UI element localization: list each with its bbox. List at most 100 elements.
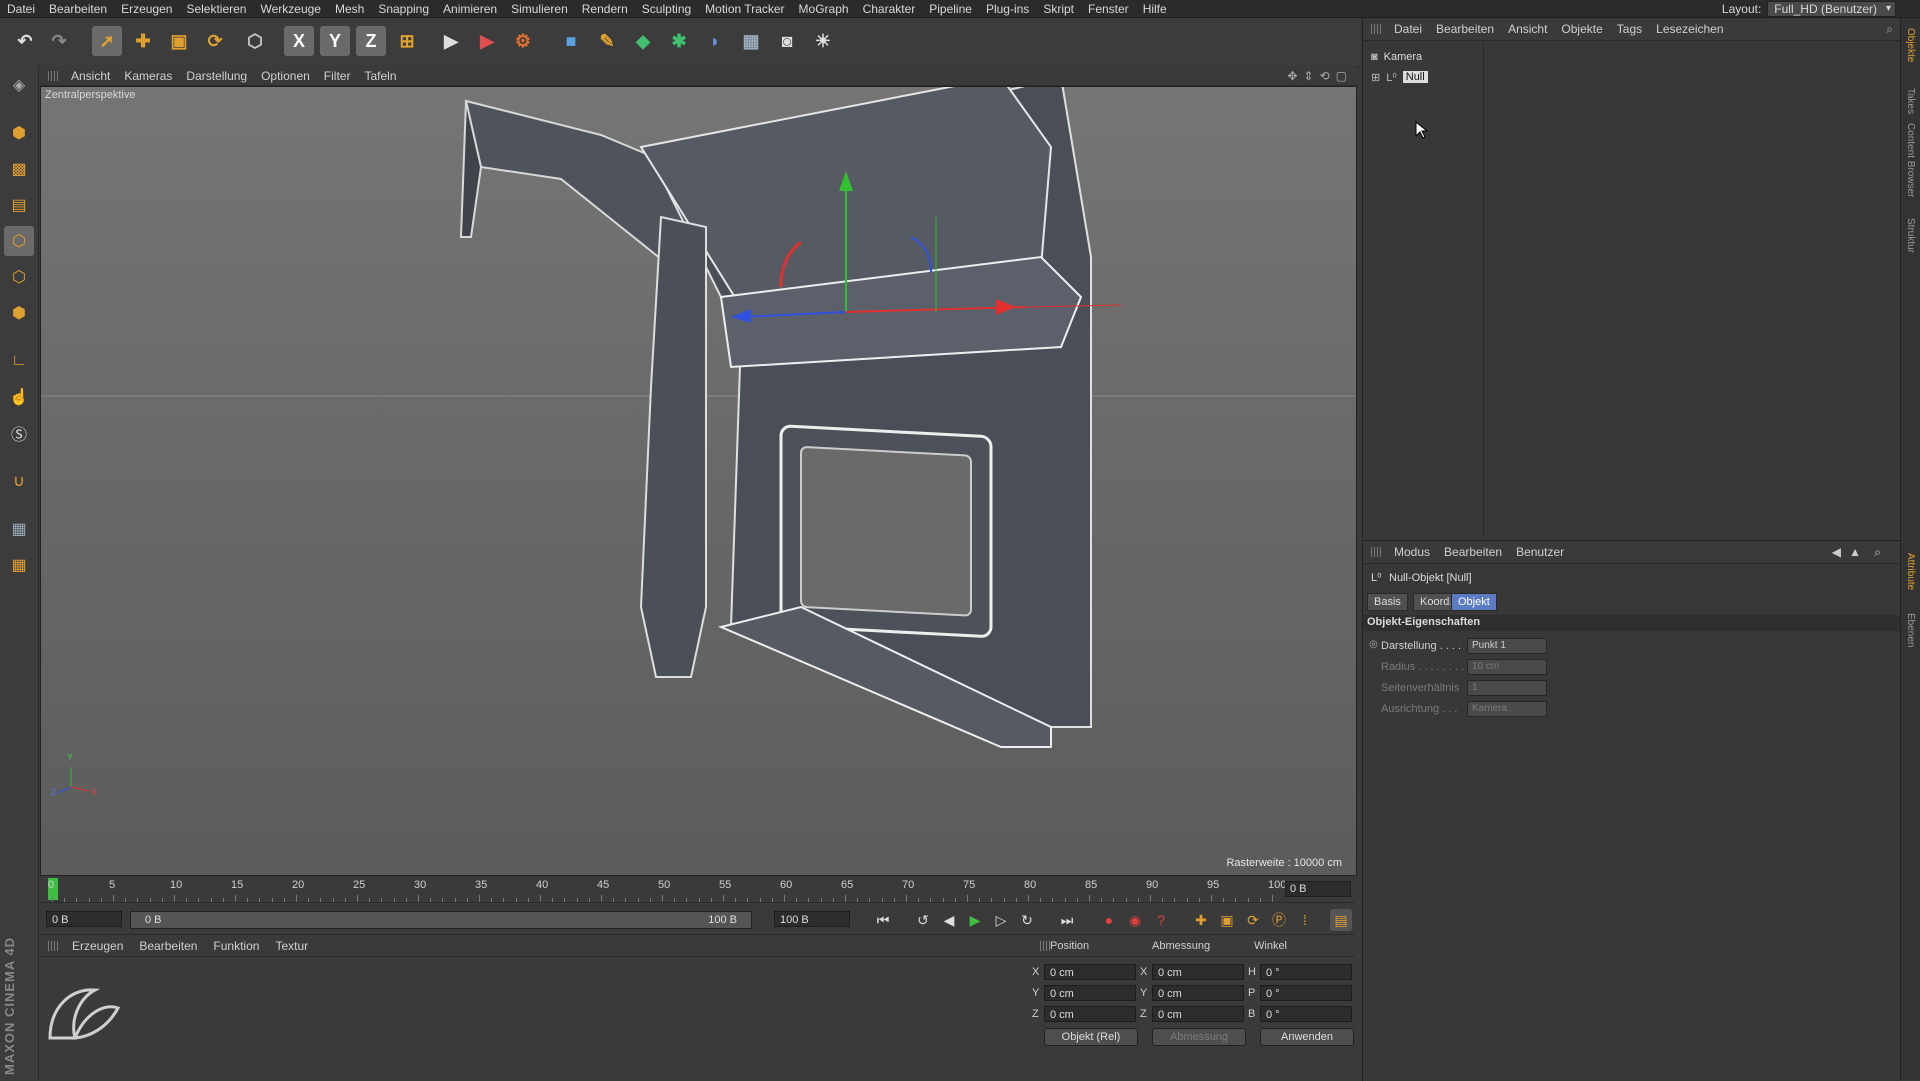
viewport[interactable]: Zentralperspektive Y Z X Rasterweite: 1…: [40, 86, 1357, 876]
am-menu-bearbeiten[interactable]: Bearbeiten: [1437, 545, 1509, 559]
om-menu-datei[interactable]: Datei: [1387, 22, 1429, 36]
strip-tab-ebenen[interactable]: Ebenen: [1905, 613, 1916, 647]
move-icon[interactable]: ✚: [128, 26, 158, 56]
end-frame-field[interactable]: 100 B: [774, 911, 850, 927]
autokey-icon[interactable]: ◉: [1124, 909, 1146, 931]
vp-menu-darstellung[interactable]: Darstellung: [179, 69, 254, 83]
rotation-h-field[interactable]: 0 °: [1260, 964, 1352, 980]
planar-workplane-icon[interactable]: ▦: [4, 550, 34, 580]
menu-mograph[interactable]: MoGraph: [792, 2, 856, 16]
prev-frame-icon[interactable]: ◀: [938, 909, 960, 931]
vp-menu-ansicht[interactable]: Ansicht: [64, 69, 117, 83]
pen-icon[interactable]: ✎: [592, 26, 622, 56]
coord-system-icon[interactable]: ⊞: [392, 26, 422, 56]
menu-charakter[interactable]: Charakter: [856, 2, 923, 16]
axis-y-icon[interactable]: Y: [320, 26, 350, 56]
polygons-mode-icon[interactable]: ⬢: [4, 298, 34, 328]
strip-tab-struktur[interactable]: Struktur: [1905, 218, 1916, 253]
menu-sculpting[interactable]: Sculpting: [635, 2, 698, 16]
rotation-p-field[interactable]: 0 °: [1260, 985, 1352, 1001]
radius-field[interactable]: 10 cm: [1467, 659, 1547, 675]
magnet-icon[interactable]: ∪: [4, 466, 34, 496]
go-to-start-icon[interactable]: ⏮: [872, 909, 894, 931]
menu-motion-tracker[interactable]: Motion Tracker: [698, 2, 791, 16]
object-mode-icon[interactable]: ⬡: [240, 26, 270, 56]
lock-workplane-icon[interactable]: ▦: [4, 514, 34, 544]
floor-icon[interactable]: ▦: [736, 26, 766, 56]
prev-key-icon[interactable]: ↺: [912, 909, 934, 931]
size-y-field[interactable]: 0 cm: [1152, 985, 1244, 1001]
object-tool-icon[interactable]: ⬢: [4, 118, 34, 148]
keyframe-selection-icon[interactable]: ?: [1150, 909, 1172, 931]
layout-select[interactable]: Full_HD (Benutzer): [1767, 0, 1896, 17]
back-arrow-icon[interactable]: ◀: [1832, 545, 1841, 559]
menu-rendern[interactable]: Rendern: [575, 2, 635, 16]
menu-simulieren[interactable]: Simulieren: [504, 2, 575, 16]
position-y-field[interactable]: 0 cm: [1044, 985, 1136, 1001]
redo-icon[interactable]: ↷: [44, 26, 74, 56]
strip-tab-attribute[interactable]: Attribute: [1905, 553, 1916, 590]
mat-menu-funktion[interactable]: Funktion: [205, 939, 267, 953]
panel-grip-icon[interactable]: [48, 70, 58, 81]
key-pla-icon[interactable]: ⁞: [1294, 909, 1316, 931]
darstellung-select[interactable]: Punkt 1: [1467, 638, 1547, 654]
object-name-editing[interactable]: Null: [1402, 71, 1428, 83]
orientation-select[interactable]: Kamera: [1467, 701, 1547, 717]
om-menu-bearbeiten[interactable]: Bearbeiten: [1429, 22, 1501, 36]
menu-skript[interactable]: Skript: [1036, 2, 1081, 16]
undo-icon[interactable]: ↶: [10, 26, 40, 56]
subdivision-icon[interactable]: ◆: [628, 26, 658, 56]
panel-grip-icon[interactable]: [1040, 941, 1050, 951]
texture-tool-icon[interactable]: ▩: [4, 154, 34, 184]
timeline[interactable]: 0 5 10 15 20 25 30 35 40 45 50 55 60 65 70 75 80 85 90 95 10…: [40, 876, 1355, 903]
deformer-icon[interactable]: ◗: [700, 26, 730, 56]
panel-grip-icon[interactable]: [1371, 24, 1381, 34]
menu-hilfe[interactable]: Hilfe: [1136, 2, 1174, 16]
menu-pipeline[interactable]: Pipeline: [922, 2, 979, 16]
tab-basis[interactable]: Basis: [1367, 593, 1408, 611]
mat-menu-bearbeiten[interactable]: Bearbeiten: [131, 939, 205, 953]
object-row-null[interactable]: ⊞ L⁰ Null: [1371, 68, 1428, 86]
coord-mode-select[interactable]: Objekt (Rel): [1044, 1028, 1138, 1046]
menu-animieren[interactable]: Animieren: [436, 2, 504, 16]
om-menu-lesezeichen[interactable]: Lesezeichen: [1649, 22, 1730, 36]
strip-tab-takes[interactable]: Takes: [1905, 88, 1916, 114]
start-frame-field[interactable]: 0 B: [46, 911, 122, 927]
snap-icon[interactable]: Ⓢ: [4, 418, 34, 448]
workplane-icon[interactable]: ▤: [4, 190, 34, 220]
expand-icon[interactable]: ⊞: [1371, 71, 1380, 84]
om-menu-objekte[interactable]: Objekte: [1554, 22, 1609, 36]
record-icon[interactable]: ●: [1098, 909, 1120, 931]
timeline-window-icon[interactable]: ▤: [1330, 909, 1352, 931]
menu-mesh[interactable]: Mesh: [328, 2, 371, 16]
mat-menu-textur[interactable]: Textur: [267, 939, 316, 953]
model-mode-icon[interactable]: ◈: [4, 70, 34, 100]
search-icon[interactable]: ⌕: [1874, 545, 1881, 560]
panel-grip-icon[interactable]: [1371, 547, 1381, 557]
render-settings-icon[interactable]: ⚙: [508, 26, 538, 56]
mat-menu-erzeugen[interactable]: Erzeugen: [64, 939, 131, 953]
points-mode-icon[interactable]: ⬡: [4, 226, 34, 256]
light-icon[interactable]: ☀: [808, 26, 838, 56]
am-menu-benutzer[interactable]: Benutzer: [1509, 545, 1571, 559]
camera-icon[interactable]: ◙: [772, 26, 802, 56]
scale-icon[interactable]: ▣: [164, 26, 194, 56]
menu-selektieren[interactable]: Selektieren: [179, 2, 253, 16]
axis-x-icon[interactable]: X: [284, 26, 314, 56]
strip-tab-content-browser[interactable]: Content Browser: [1905, 123, 1916, 197]
menu-fenster[interactable]: Fenster: [1081, 2, 1136, 16]
play-icon[interactable]: ▶: [964, 909, 986, 931]
axis-tool-icon[interactable]: ∟: [4, 346, 34, 376]
size-z-field[interactable]: 0 cm: [1152, 1006, 1244, 1022]
key-rotation-icon[interactable]: ⟳: [1242, 909, 1264, 931]
current-frame-field[interactable]: 0 B: [1285, 881, 1351, 897]
next-frame-icon[interactable]: ▷: [990, 909, 1012, 931]
select-icon[interactable]: ➚: [92, 26, 122, 56]
aspect-field[interactable]: 1: [1467, 680, 1547, 696]
position-x-field[interactable]: 0 cm: [1044, 964, 1136, 980]
panel-grip-icon[interactable]: [48, 941, 58, 951]
next-key-icon[interactable]: ↻: [1016, 909, 1038, 931]
zoom-icon[interactable]: ⇕: [1304, 69, 1314, 83]
cloner-icon[interactable]: ✱: [664, 26, 694, 56]
axis-z-icon[interactable]: Z: [356, 26, 386, 56]
